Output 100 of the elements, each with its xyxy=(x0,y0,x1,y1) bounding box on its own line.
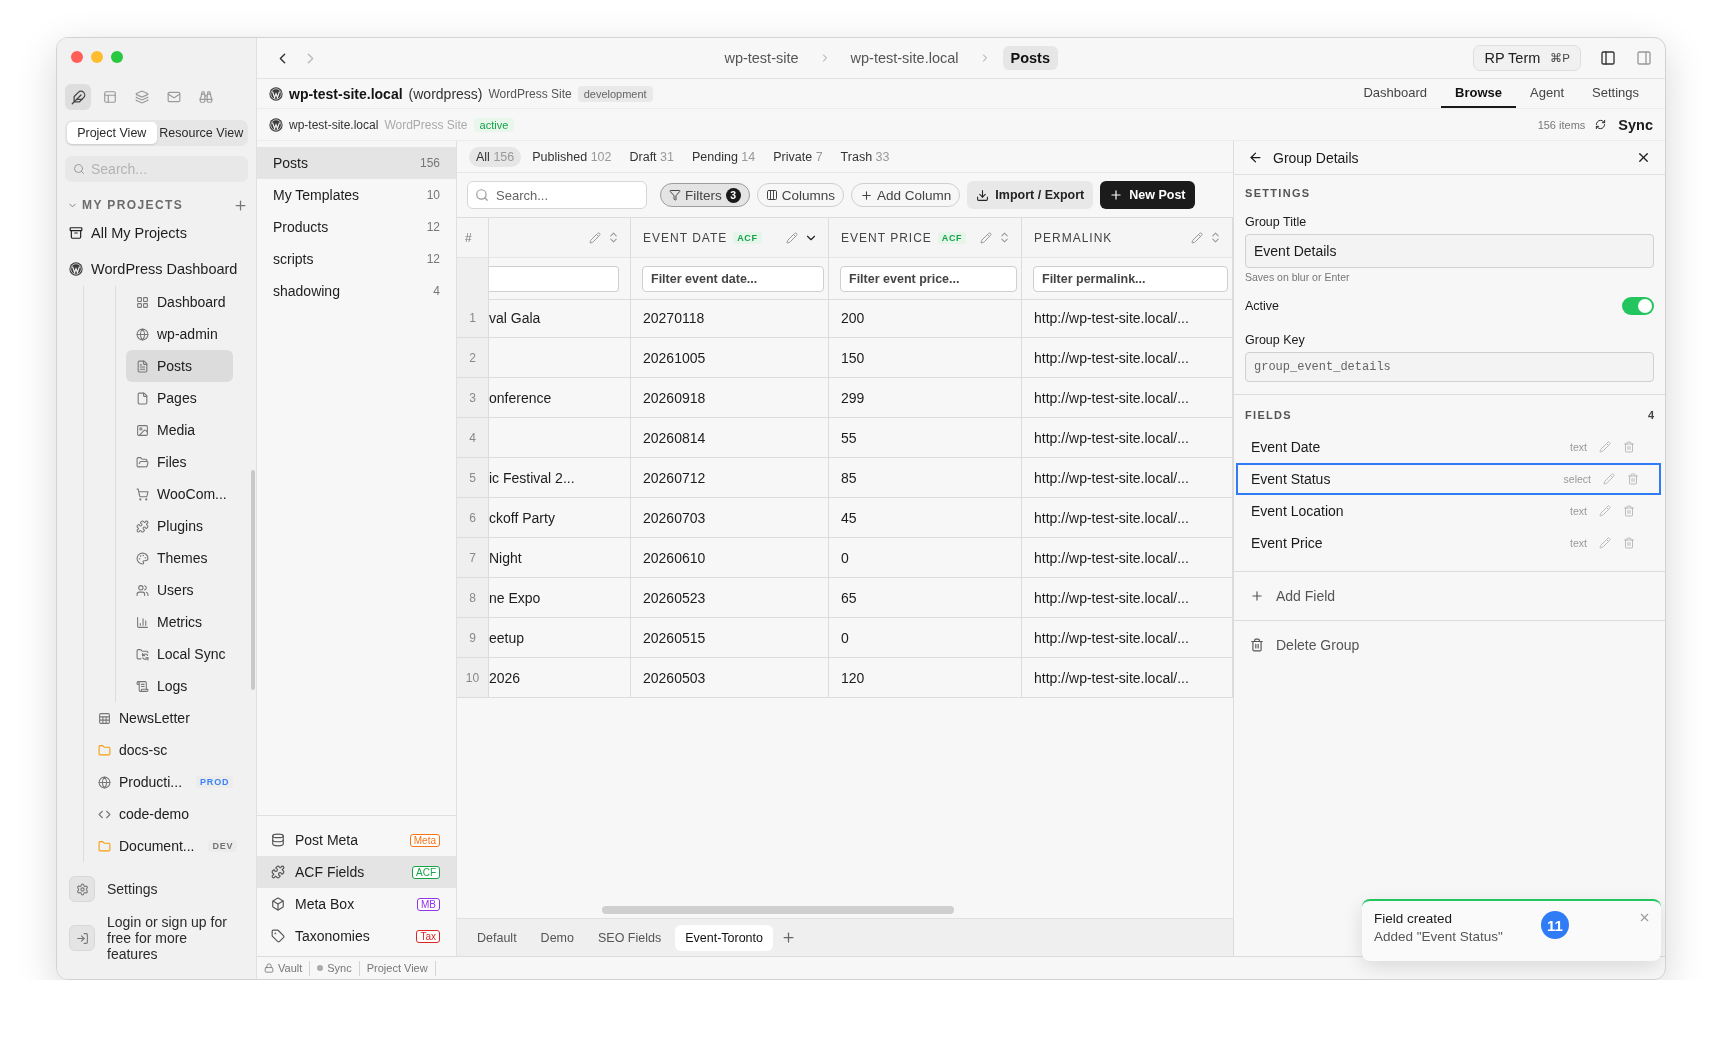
header-tab[interactable]: Browse xyxy=(1441,79,1517,108)
edit-icon[interactable] xyxy=(980,231,992,244)
status-tab[interactable]: Published 102 xyxy=(525,146,619,167)
collection-item[interactable]: shadowing 4 xyxy=(257,275,456,307)
tree-item[interactable]: Posts xyxy=(126,350,233,382)
view-tab[interactable]: Demo xyxy=(530,924,584,951)
add-field-button[interactable]: Add Field xyxy=(1234,572,1352,620)
view-tab[interactable]: Resource View xyxy=(156,122,246,144)
header-tab[interactable]: Agent xyxy=(1516,79,1578,108)
tree-item[interactable]: WooCom... xyxy=(126,478,233,510)
edit-icon[interactable] xyxy=(786,231,798,244)
filter-field[interactable]: Filter event date... xyxy=(642,265,824,292)
tree-item[interactable]: docs-sc xyxy=(84,734,248,766)
login-item[interactable]: Login or sign up for free for more features xyxy=(65,914,248,963)
columns-button[interactable]: Columns xyxy=(756,183,845,207)
table-cell: http://wp-test-site.local/... xyxy=(1022,498,1233,538)
table-cell: 55 xyxy=(829,418,1022,458)
field-row[interactable]: Event Date text xyxy=(1236,431,1657,463)
sort-icon[interactable] xyxy=(1209,231,1222,244)
zoom-light[interactable] xyxy=(111,51,123,63)
field-row[interactable]: Event Location text xyxy=(1236,495,1657,527)
import-export-button[interactable]: Import / Export xyxy=(967,181,1094,209)
delete-group-button[interactable]: Delete Group xyxy=(1234,621,1376,669)
tree-item[interactable]: Themes xyxy=(126,542,233,574)
filter-field[interactable] xyxy=(489,265,619,292)
edit-icon[interactable] xyxy=(1599,505,1611,517)
trash-icon[interactable] xyxy=(1623,441,1635,453)
sort-icon[interactable] xyxy=(998,231,1011,244)
tree-item[interactable]: Producti... PROD xyxy=(84,766,248,798)
breadcrumb[interactable]: wp-test-site xyxy=(716,46,807,70)
collection-item[interactable]: Posts 156 xyxy=(257,147,456,179)
tree-item[interactable]: WordPress Dashboard xyxy=(65,252,248,286)
field-row[interactable]: Event Status select xyxy=(1236,463,1661,495)
search-field[interactable]: Search... xyxy=(467,181,647,209)
trash-icon[interactable] xyxy=(1623,537,1635,549)
close-icon[interactable] xyxy=(1636,150,1651,165)
add-icon[interactable] xyxy=(781,930,796,945)
view-tab[interactable]: Default xyxy=(467,924,527,951)
view-tab[interactable]: Project View xyxy=(67,122,157,144)
view-tab[interactable]: SEO Fields xyxy=(587,924,672,951)
toolbar-button[interactable] xyxy=(65,84,91,110)
section-title: MY PROJECTS xyxy=(82,198,185,212)
add-icon[interactable] xyxy=(233,197,248,213)
table-cell: ckoff Party xyxy=(489,498,631,538)
header-tab[interactable]: Dashboard xyxy=(1349,79,1442,108)
sort-icon[interactable] xyxy=(607,231,620,244)
new-post-button[interactable]: New Post xyxy=(1100,181,1195,209)
tree-item[interactable]: Files xyxy=(126,446,233,478)
tree-item[interactable]: Document... DEV xyxy=(84,830,248,862)
filter-field[interactable]: Filter permalink... xyxy=(1033,265,1228,292)
status-tab[interactable]: Draft 31 xyxy=(622,146,681,167)
settings-item[interactable]: Settings xyxy=(65,876,248,902)
tree-item[interactable]: Users xyxy=(126,574,233,606)
minimize-light[interactable] xyxy=(91,51,103,63)
tree-item[interactable]: Plugins xyxy=(126,510,233,542)
tree-item[interactable]: All My Projects xyxy=(65,216,248,250)
source-item[interactable]: Post Meta Meta xyxy=(257,824,456,856)
field-row[interactable]: Event Price text xyxy=(1236,527,1657,559)
view-tab[interactable]: Event-Toronto xyxy=(675,924,773,951)
source-item[interactable]: Meta Box MB xyxy=(257,888,456,920)
add-column-button[interactable]: Add Column xyxy=(851,183,961,207)
status-tab[interactable]: Private 7 xyxy=(766,146,830,167)
tree-item[interactable]: Dashboard xyxy=(126,286,233,318)
trash-icon[interactable] xyxy=(1627,473,1639,485)
tree-item[interactable]: Media xyxy=(126,414,233,446)
tree-item[interactable]: Local Sync xyxy=(126,638,233,670)
table-cell: 20260610 xyxy=(631,538,829,578)
edit-icon[interactable] xyxy=(1191,231,1203,244)
edit-icon[interactable] xyxy=(589,231,601,244)
close-button[interactable] xyxy=(1638,911,1651,924)
source-item[interactable]: Taxonomies Tax xyxy=(257,920,456,952)
terminal-button[interactable]: RP Term ⌘P xyxy=(1473,45,1581,71)
breadcrumb[interactable]: wp-test-site.local xyxy=(842,46,967,70)
trash-icon[interactable] xyxy=(1623,505,1635,517)
edit-icon[interactable] xyxy=(1603,473,1615,485)
source-item[interactable]: ACF Fields ACF xyxy=(257,856,456,888)
tree-item[interactable]: Pages xyxy=(126,382,233,414)
status-tab[interactable]: All 156 xyxy=(469,146,522,167)
tree-item[interactable]: Logs xyxy=(126,670,233,702)
active-toggle[interactable] xyxy=(1622,297,1654,315)
status-tab[interactable]: Pending 14 xyxy=(685,146,763,167)
tree-item[interactable]: NewsLetter xyxy=(84,702,248,734)
collection-item[interactable]: scripts 12 xyxy=(257,243,456,275)
input-field[interactable]: Event Details xyxy=(1245,234,1654,268)
filters-button[interactable]: Filters 3 xyxy=(660,183,750,207)
input-field[interactable]: group_event_details xyxy=(1245,352,1654,382)
filter-field[interactable]: Filter event price... xyxy=(840,265,1017,292)
tree-item[interactable]: wp-admin xyxy=(126,318,233,350)
collection-item[interactable]: My Templates 10 xyxy=(257,179,456,211)
edit-icon[interactable] xyxy=(1599,441,1611,453)
collection-item[interactable]: Products 12 xyxy=(257,211,456,243)
breadcrumb[interactable]: Posts xyxy=(1002,46,1059,70)
back-icon[interactable] xyxy=(1248,150,1263,165)
tree-item[interactable]: Metrics xyxy=(126,606,233,638)
tree-item[interactable]: code-demo xyxy=(84,798,248,830)
sync-button[interactable]: Sync xyxy=(1591,116,1653,133)
status-tab[interactable]: Trash 33 xyxy=(833,146,897,167)
header-tab[interactable]: Settings xyxy=(1578,79,1653,108)
close-light[interactable] xyxy=(71,51,83,63)
edit-icon[interactable] xyxy=(1599,537,1611,549)
